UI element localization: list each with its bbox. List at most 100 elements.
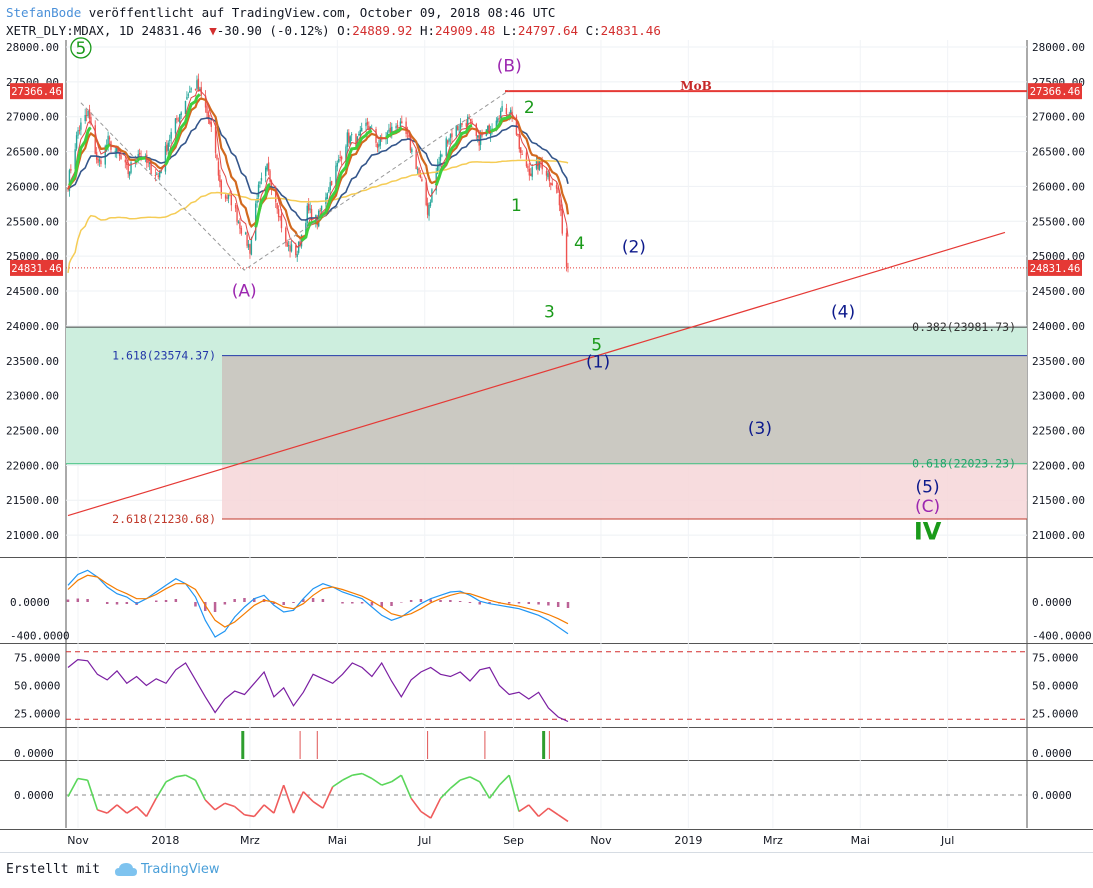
candle-body bbox=[465, 123, 467, 127]
mob-price-tag-left: 27366.46 bbox=[11, 86, 62, 98]
osc-segment bbox=[352, 772, 363, 776]
osc-segment bbox=[538, 807, 549, 818]
osc-segment bbox=[508, 774, 520, 812]
candle-body bbox=[560, 204, 562, 211]
candle-body bbox=[346, 132, 349, 147]
candle-body bbox=[127, 164, 129, 175]
candle-body bbox=[378, 144, 380, 147]
candle-body bbox=[441, 155, 443, 157]
candle-body bbox=[469, 118, 472, 121]
signal-line bbox=[67, 574, 569, 628]
candle-body bbox=[267, 162, 270, 171]
osc-segment bbox=[126, 805, 138, 814]
candle-body bbox=[336, 162, 339, 167]
rsi-tick-left: 50.0000 bbox=[14, 680, 60, 693]
tradingview-logo[interactable]: TradingView bbox=[115, 862, 220, 877]
candle-body bbox=[75, 135, 78, 149]
y-tick-label-left: 28000.00 bbox=[6, 41, 59, 54]
candle-body bbox=[246, 234, 248, 246]
osc-segment bbox=[185, 774, 196, 781]
y-tick-label-right: 23000.00 bbox=[1032, 390, 1085, 403]
ema-slow-line bbox=[67, 117, 569, 221]
candle-body bbox=[244, 232, 247, 234]
candle-body bbox=[396, 125, 399, 128]
footer: Erstellt mit TradingView bbox=[0, 852, 1093, 888]
wave-label-13: (C) bbox=[915, 497, 940, 517]
candle-body bbox=[154, 175, 157, 177]
y-tick-label-left: 21500.00 bbox=[6, 494, 59, 507]
candle-body bbox=[70, 169, 72, 171]
candle-body bbox=[250, 238, 253, 255]
candle-body bbox=[459, 123, 462, 129]
x-tick-label: Jul bbox=[417, 834, 431, 847]
osc-segment bbox=[342, 774, 353, 781]
candle-body bbox=[120, 155, 122, 160]
candle-body bbox=[445, 138, 447, 156]
candle-body bbox=[449, 134, 452, 139]
candle-body bbox=[309, 208, 311, 210]
candle-body bbox=[501, 106, 503, 112]
candle-body bbox=[157, 175, 159, 177]
candle-body bbox=[530, 173, 532, 176]
candle-body bbox=[180, 112, 182, 116]
candle-body bbox=[545, 171, 548, 176]
candle-body bbox=[547, 173, 549, 178]
candle-body bbox=[426, 203, 429, 215]
fib-overlap-zone bbox=[222, 355, 1027, 464]
candle-body bbox=[456, 126, 459, 130]
rsi-tick-left: 75.0000 bbox=[14, 651, 60, 664]
y-tick-label-right: 24000.00 bbox=[1032, 320, 1085, 333]
green-ribbon-8 bbox=[385, 126, 403, 140]
osc-segment bbox=[97, 809, 108, 814]
x-tick-label: Nov bbox=[67, 834, 89, 847]
fib-label-0382: 0.382(23981.73) bbox=[912, 320, 1016, 334]
candle-body bbox=[227, 194, 230, 199]
green-ribbon-10 bbox=[485, 130, 489, 134]
y-tick-label-right: 22500.00 bbox=[1032, 424, 1085, 437]
candle-body bbox=[85, 115, 88, 117]
candle-body bbox=[187, 94, 190, 96]
osc-segment bbox=[145, 797, 157, 817]
candle-body bbox=[210, 122, 212, 127]
x-tick-label: Jul bbox=[940, 834, 954, 847]
y-tick-label-left: 21000.00 bbox=[6, 529, 59, 542]
candle-body bbox=[97, 158, 99, 163]
candle-body bbox=[217, 161, 220, 176]
candle-body bbox=[80, 122, 82, 130]
osc-segment bbox=[488, 784, 501, 799]
candle-body bbox=[477, 135, 479, 138]
wave-label-5: 4 bbox=[574, 234, 585, 254]
candle-body bbox=[567, 266, 569, 268]
osc-segment bbox=[116, 804, 128, 814]
candle-body bbox=[128, 171, 131, 176]
y-tick-label-left: 22500.00 bbox=[6, 424, 59, 437]
osc-segment bbox=[381, 781, 392, 786]
candle-body bbox=[429, 202, 432, 206]
x-tick-label: Mai bbox=[328, 834, 347, 847]
y-tick-label-left: 27000.00 bbox=[6, 111, 59, 124]
candle-body bbox=[169, 139, 171, 141]
candle-body bbox=[108, 137, 111, 140]
candle-body bbox=[565, 232, 568, 267]
candle-body bbox=[147, 161, 149, 163]
candle-body bbox=[98, 159, 101, 162]
candle-body bbox=[366, 122, 369, 125]
candle-body bbox=[525, 152, 528, 167]
osc-segment bbox=[155, 781, 167, 799]
candle-body bbox=[230, 194, 233, 206]
osc-segment bbox=[165, 776, 177, 783]
chart-canvas[interactable]: 28000.00 28000.0027500.00 27500.0027000.00… bbox=[0, 0, 1093, 852]
wave-label-4: 1 bbox=[511, 196, 522, 216]
macd-tick-right: -400.0000 bbox=[1032, 629, 1092, 642]
candle-body bbox=[167, 142, 169, 151]
candle-body bbox=[126, 162, 128, 165]
candles bbox=[67, 73, 569, 273]
candle-body bbox=[156, 173, 158, 175]
fib-label-0618: 0.618(22023.23) bbox=[912, 457, 1016, 471]
candle-body bbox=[77, 130, 79, 136]
candle-body bbox=[520, 147, 522, 153]
y-tick-label-right: 28000.00 bbox=[1032, 41, 1085, 54]
osc-tick-left: 0.0000 bbox=[14, 789, 54, 802]
candle-body bbox=[179, 114, 181, 123]
osc-segment bbox=[263, 804, 275, 814]
